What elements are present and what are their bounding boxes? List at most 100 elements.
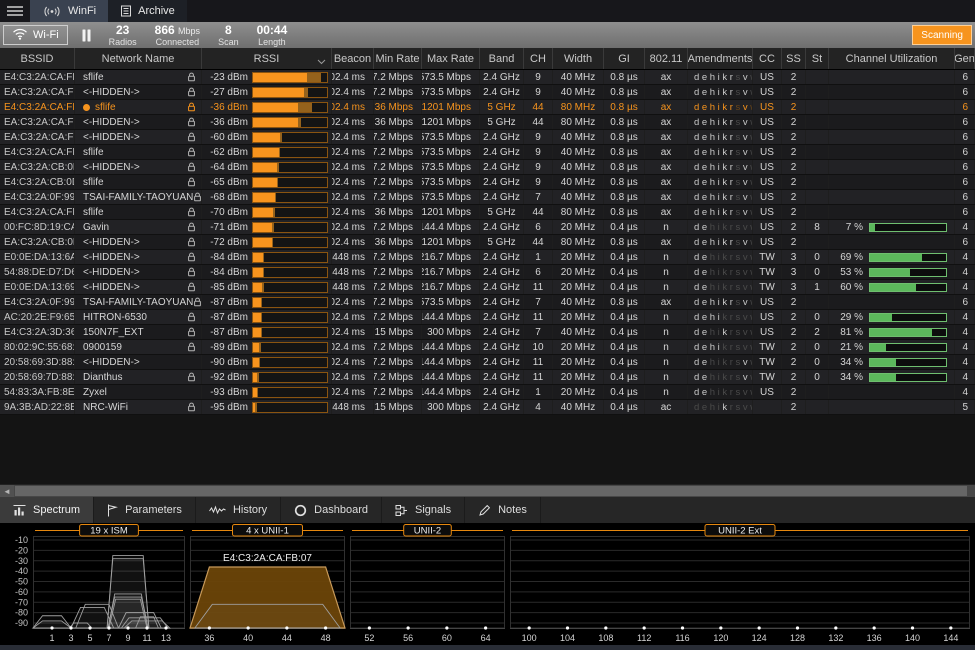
table-row[interactable]: EA:C3:2A:CA:FB:06<-HIDDEN->-27 dBm102.4 … <box>0 85 975 100</box>
table-row[interactable]: 20:58:69:7D:88:38Dianthus-92 dBm102.4 ms… <box>0 370 975 385</box>
column-header-gi[interactable]: GI <box>604 48 645 69</box>
cell-spatial-streams: 2 <box>782 295 806 309</box>
cell-width: 40 MHz <box>553 130 604 144</box>
table-row[interactable]: 80:02:9C:55:68:760900159-89 dBm102.4 ms7… <box>0 340 975 355</box>
pause-button[interactable] <box>78 29 95 42</box>
network-name-label: sflife <box>83 72 104 83</box>
cell-band: 2.4 GHz <box>480 370 524 384</box>
cell-channel: 11 <box>524 355 553 369</box>
column-header-gen[interactable]: Gen <box>955 48 975 69</box>
network-name-label: Gavin <box>83 222 109 233</box>
cell-generation: 4 <box>955 385 975 399</box>
cell-amendments: dehikrsvw <box>688 355 753 369</box>
scanning-button[interactable]: Scanning <box>912 25 972 45</box>
column-header-name[interactable]: Network Name <box>75 48 202 69</box>
network-name-label: sflife <box>95 102 116 113</box>
cell-min-rate: 7.2 Mbps <box>374 385 422 399</box>
cell-channel-utilization <box>829 235 955 249</box>
table-row[interactable]: EA:C3:2A:CA:FB:0A<-HIDDEN->-60 dBm102.4 … <box>0 130 975 145</box>
table-row[interactable]: E4:C3:2A:CA:FB:08sflife-70 dBm102.4 ms36… <box>0 205 975 220</box>
cell-spatial-streams: 2 <box>782 325 806 339</box>
cell-amendments: dehikrsvw <box>688 385 753 399</box>
column-header-cc[interactable]: CC <box>753 48 782 69</box>
column-header-max_rate[interactable]: Max Rate <box>422 48 480 69</box>
tab-winfi[interactable]: WinFi <box>30 0 108 22</box>
table-row[interactable]: 54:88:DE:D7:D6:50<-HIDDEN->-84 dBm104.44… <box>0 265 975 280</box>
cell-80211: ax <box>645 70 688 84</box>
table-row[interactable]: E4:C3:2A:CB:0D:7Esflife-65 dBm102.4 ms17… <box>0 175 975 190</box>
table-row[interactable]: E4:C3:2A:CA:FB:06sflife-23 dBm102.4 ms17… <box>0 70 975 85</box>
scroll-left-arrow[interactable]: ◄ <box>0 485 14 497</box>
tab-archive[interactable]: Archive <box>108 0 187 22</box>
cell-gi: 0.4 µs <box>604 400 645 414</box>
tab-signals[interactable]: Signals <box>382 497 465 523</box>
table-row[interactable]: 9A:3B:AD:22:8B:71NRC-WiFi-95 dBm104.448 … <box>0 400 975 415</box>
x-axis-label: 7 <box>106 633 111 643</box>
x-axis-label: 44 <box>282 633 292 643</box>
tab-parameters[interactable]: Parameters <box>94 497 196 523</box>
column-header-amend[interactable]: Amendments <box>688 48 753 69</box>
cell-channel: 1 <box>524 250 553 264</box>
tab-dashboard[interactable]: Dashboard <box>281 497 382 523</box>
table-row[interactable]: E4:C3:2A:3D:36:F6150N7F_EXT-87 dBm102.4 … <box>0 325 975 340</box>
cell-width: 40 MHz <box>553 160 604 174</box>
cell-channel-utilization <box>829 175 955 189</box>
spectrum-shape[interactable] <box>195 604 340 628</box>
column-header-width[interactable]: Width <box>553 48 604 69</box>
cell-width: 20 MHz <box>553 310 604 324</box>
chevron-down-icon[interactable] <box>317 56 326 68</box>
tab-spectrum[interactable]: Spectrum <box>0 497 94 523</box>
cell-gi: 0.4 µs <box>604 265 645 279</box>
cell-channel-utilization <box>829 160 955 174</box>
wifi-icon <box>12 28 28 43</box>
table-row[interactable]: EA:C3:2A:CA:FB:07<-HIDDEN->-36 dBm102.4 … <box>0 115 975 130</box>
table-row[interactable]: 00:FC:8D:19:CA:48Gavin-71 dBm102.4 ms7.2… <box>0 220 975 235</box>
cell-channel-utilization <box>829 205 955 219</box>
rssi-value: -89 dBm <box>202 342 248 353</box>
scrollbar-thumb[interactable] <box>15 486 967 496</box>
column-header-ch[interactable]: CH <box>524 48 553 69</box>
utilization-value: 21 % <box>829 342 863 353</box>
table-row[interactable]: AC:20:2E:F9:65:38HITRON-6530-87 dBm102.4… <box>0 310 975 325</box>
cell-channel: 44 <box>524 100 553 114</box>
table-row[interactable]: 54:83:3A:FB:8E:68Zyxel-93 dBm102.4 ms7.2… <box>0 385 975 400</box>
table-row[interactable]: EA:C3:2A:CB:0D:7F<-HIDDEN->-72 dBm102.4 … <box>0 235 975 250</box>
horizontal-scrollbar[interactable]: ◄ <box>0 484 975 497</box>
column-header-beacon[interactable]: Beacon <box>332 48 374 69</box>
tab-history[interactable]: History <box>196 497 281 523</box>
column-header-bssid[interactable]: BSSID <box>0 48 75 69</box>
table-row[interactable]: E4:C3:2A:CA:FB:0Asflife-62 dBm102.4 ms17… <box>0 145 975 160</box>
cell-min-rate: 17.2 Mbps <box>374 70 422 84</box>
column-header-std[interactable]: 802.11 <box>645 48 688 69</box>
table-row[interactable]: E4:C3:2A:0F:99:46TSAI-FAMILY-TAOYUAN-68 … <box>0 190 975 205</box>
wifi-adapter-button[interactable]: Wi-Fi <box>3 25 68 45</box>
column-header-min_rate[interactable]: Min Rate <box>374 48 422 69</box>
column-header-util[interactable]: Channel Utilization <box>829 48 955 69</box>
table-row[interactable]: E4:C3:2A:0F:99:32TSAI-FAMILY-TAOYUAN-87 … <box>0 295 975 310</box>
cell-80211: n <box>645 325 688 339</box>
cell-generation: 4 <box>955 355 975 369</box>
cell-80211: n <box>645 280 688 294</box>
column-header-st[interactable]: St <box>806 48 829 69</box>
cell-min-rate: 17.2 Mbps <box>374 85 422 99</box>
column-header-ss[interactable]: SS <box>782 48 806 69</box>
table-row[interactable]: E0:0E:DA:13:69:10<-HIDDEN->-85 dBm104.44… <box>0 280 975 295</box>
column-header-rssi[interactable]: RSSI <box>202 48 332 69</box>
x-axis-label: 11 <box>142 633 151 643</box>
cell-amendments: dehikrsvw <box>688 100 753 114</box>
x-axis-label: 13 <box>161 633 171 643</box>
cell-min-rate: 17.2 Mbps <box>374 160 422 174</box>
x-axis-label: 108 <box>598 633 613 643</box>
table-row[interactable]: E0:0E:DA:13:6A:D0<-HIDDEN->-84 dBm104.44… <box>0 250 975 265</box>
column-header-band[interactable]: Band <box>480 48 524 69</box>
cell-width: 20 MHz <box>553 220 604 234</box>
table-row[interactable]: 20:58:69:3D:88:38<-HIDDEN->-90 dBm102.4 … <box>0 355 975 370</box>
archive-icon <box>120 5 132 17</box>
menu-button[interactable] <box>0 0 30 22</box>
rssi-value: -70 dBm <box>202 207 248 218</box>
table-row[interactable]: EA:C3:2A:CB:0D:7E<-HIDDEN->-64 dBm102.4 … <box>0 160 975 175</box>
cell-country-code <box>753 400 782 414</box>
rssi-value: -23 dBm <box>202 72 248 83</box>
table-row[interactable]: E4:C3:2A:CA:FB:07sflife-36 dBm102.4 ms36… <box>0 100 975 115</box>
tab-notes[interactable]: Notes <box>465 497 541 523</box>
